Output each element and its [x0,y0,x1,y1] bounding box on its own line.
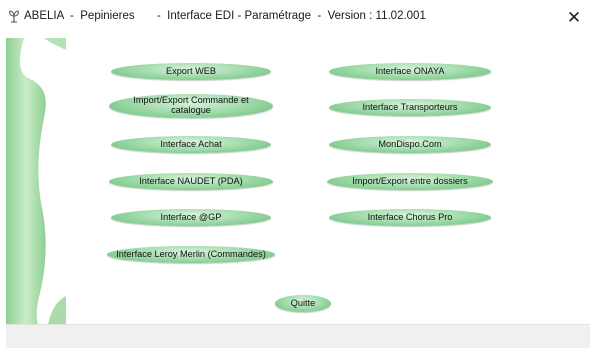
interface-transporteurs-button[interactable]: Interface Transporteurs [329,99,491,116]
import-export-dossiers-button[interactable]: Import/Export entre dossiers [327,173,493,190]
interface-chorus-pro-button[interactable]: Interface Chorus Pro [329,209,491,226]
interface-agp-button[interactable]: Interface @GP [111,209,271,226]
close-icon: ✕ [566,8,582,27]
close-button[interactable]: ✕ [560,4,588,32]
import-export-commande-button[interactable]: Import/Export Commande et catalogue [109,94,273,118]
interface-onaya-button[interactable]: Interface ONAYA [329,63,491,80]
main-panel: Export WEB Import/Export Commande et cat… [6,38,590,324]
title-bar: ABELIA - Pepinieres - Interface EDI - Pa… [0,0,590,36]
export-web-button[interactable]: Export WEB [111,63,271,80]
status-bar [6,324,590,348]
interface-achat-button[interactable]: Interface Achat [111,136,271,153]
window-title: ABELIA - Pepinieres - Interface EDI - Pa… [24,10,426,22]
interface-naudet-button[interactable]: Interface NAUDET (PDA) [109,173,273,190]
plant-icon [9,10,19,23]
mondispo-button[interactable]: MonDispo.Com [329,136,491,153]
quit-button[interactable]: Quitte [275,295,331,312]
interface-leroy-merlin-button[interactable]: Interface Leroy Merlin (Commandes) [107,246,275,263]
decorative-stem-graphic [6,38,66,324]
